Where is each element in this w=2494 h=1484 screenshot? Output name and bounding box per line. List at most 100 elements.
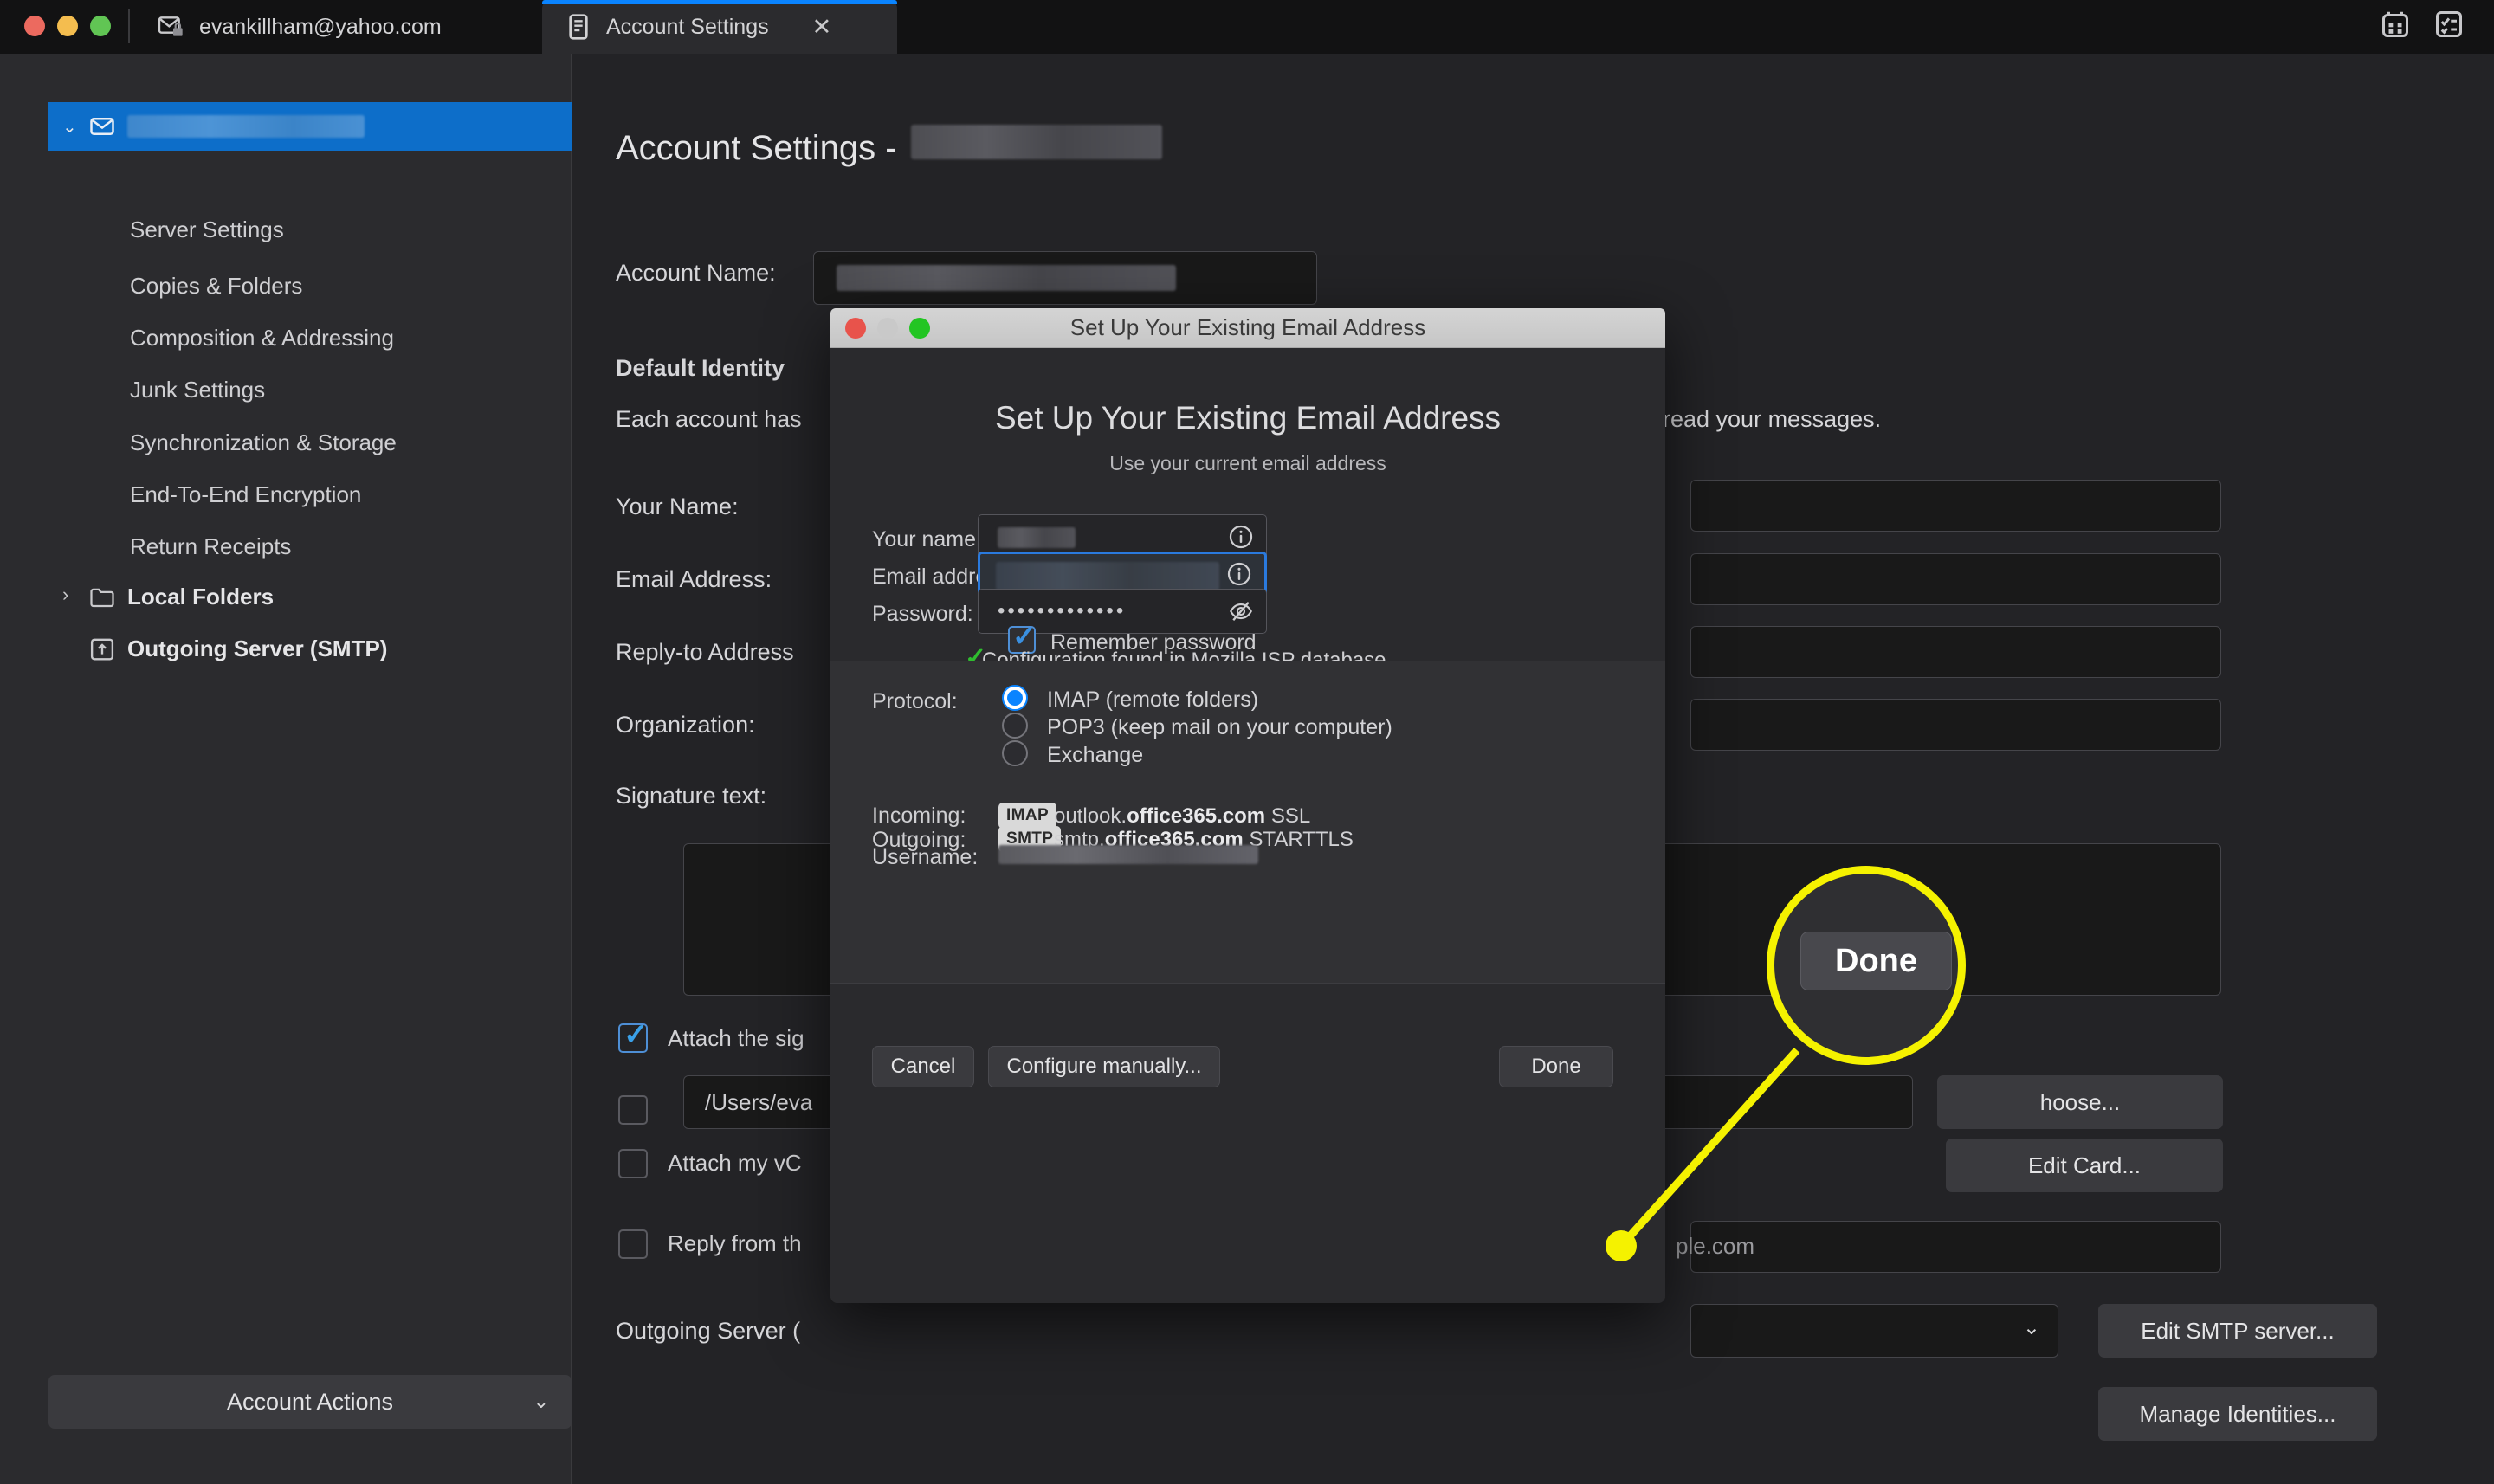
account-actions-button[interactable]: Account Actions ⌄ [48, 1375, 572, 1429]
thunderbird-window: evankillham@yahoo.com Account Settings ✕ [0, 0, 2494, 1484]
account-name-input[interactable] [813, 251, 1317, 305]
sidebar-item-server-settings[interactable]: Server Settings [130, 216, 284, 243]
edit-card-button[interactable]: Edit Card... [1946, 1139, 2223, 1192]
sidebar-item-return-receipts[interactable]: Return Receipts [130, 533, 291, 560]
sidebar-item-copies-folders[interactable]: Copies & Folders [130, 273, 302, 300]
sidebar-item-composition-addressing[interactable]: Composition & Addressing [130, 325, 394, 352]
sidebar-item-account[interactable]: ⌄ [48, 102, 572, 151]
attach-signature-checkbox[interactable] [618, 1017, 649, 1053]
tab-mail-account[interactable]: evankillham@yahoo.com [135, 0, 542, 54]
your-name-value-redacted [998, 527, 1076, 548]
account-actions-label: Account Actions [226, 1388, 394, 1415]
sidebar-item-label: Synchronization & Storage [130, 429, 397, 455]
organization-label: Organization: [616, 712, 755, 738]
sidebar-item-label: Composition & Addressing [130, 325, 394, 351]
sidebar-item-outgoing-server[interactable]: Outgoing Server (SMTP) [89, 636, 387, 662]
sidebar-item-label: End-To-End Encryption [130, 481, 362, 507]
sidebar-item-label: Junk Settings [130, 377, 266, 403]
protocol-radio-imap[interactable] [1002, 685, 1028, 711]
dialog-heading: Set Up Your Existing Email Address [994, 400, 1502, 436]
configure-manually-button[interactable]: Configure manually... [988, 1046, 1220, 1087]
close-icon[interactable]: ✕ [812, 14, 832, 41]
sidebar-item-local-folders[interactable]: Local Folders [89, 584, 274, 610]
tab-label: evankillham@yahoo.com [199, 14, 442, 39]
sidebar-item-label: Outgoing Server (SMTP) [127, 636, 388, 661]
sidebar-item-label: Server Settings [130, 216, 284, 242]
tab-account-settings[interactable]: Account Settings ✕ [542, 0, 897, 54]
chevron-down-icon[interactable]: ⌄ [2023, 1315, 2040, 1340]
edit-smtp-server-button[interactable]: Edit SMTP server... [2098, 1304, 2377, 1358]
cancel-button[interactable]: Cancel [872, 1046, 974, 1087]
attach-signature-label: Attach the sig [668, 1025, 804, 1051]
account-name-value-redacted [837, 265, 1176, 291]
magnified-done-button[interactable]: Done [1800, 932, 1952, 990]
signature-file-path: /Users/eva [705, 1089, 813, 1115]
username-label: Username: [872, 845, 979, 869]
eye-off-icon[interactable] [1228, 598, 1254, 624]
your-name-label: Your Name: [616, 494, 739, 519]
your-name-label: Your name: [872, 527, 982, 552]
default-identity-desc-end: read your messages. [1663, 406, 1882, 432]
attach-vcard-label: Attach my vC [668, 1150, 802, 1176]
incoming-server-value: outlook.office365.com SSL [1054, 804, 1310, 829]
tasks-icon[interactable] [2433, 9, 2465, 40]
reply-from-domain-input[interactable]: ple.com [1676, 1221, 2221, 1273]
dialog-subheading: Use your current email address [1109, 452, 1386, 474]
incoming-security: SSL [1270, 804, 1311, 828]
dialog-titlebar: Set Up Your Existing Email Address [830, 308, 1665, 348]
setup-email-dialog: Set Up Your Existing Email Address Set U… [830, 308, 1665, 1303]
tab-bar: evankillham@yahoo.com Account Settings ✕ [0, 0, 2494, 54]
window-traffic-lights[interactable] [0, 16, 128, 54]
sidebar-item-end-to-end-encryption[interactable]: End-To-End Encryption [130, 481, 361, 508]
protocol-radio-exchange[interactable] [1002, 740, 1028, 766]
close-window-button[interactable] [24, 16, 45, 36]
protocol-panel: Protocol: IMAP (remote folders) POP3 (ke… [830, 661, 1665, 984]
sidebar-item-junk-settings[interactable]: Junk Settings [130, 377, 265, 403]
reply-to-label: Reply-to Address [616, 639, 794, 665]
tab-label: Account Settings [606, 14, 769, 39]
tabbar-right-icons [2380, 9, 2494, 54]
protocol-label: Protocol: [872, 689, 958, 713]
sidebar-item-synchronization-storage[interactable]: Synchronization & Storage [130, 429, 397, 456]
outgoing-server-select[interactable]: ⌄ [1690, 1304, 2058, 1358]
mail-icon [90, 118, 114, 135]
password-label: Password: [872, 602, 973, 626]
document-icon [569, 14, 588, 40]
reply-from-checkbox[interactable] [618, 1229, 648, 1259]
calendar-icon[interactable] [2380, 9, 2411, 40]
reply-from-label: Reply from th [668, 1230, 802, 1256]
signature-text-label: Signature text: [616, 783, 767, 809]
choose-button[interactable]: hoose... [1937, 1075, 2223, 1129]
done-button[interactable]: Done [1499, 1046, 1613, 1087]
maximize-window-button[interactable] [90, 16, 111, 36]
chevron-down-icon[interactable]: ⌄ [533, 1390, 549, 1413]
account-name-redacted [126, 115, 365, 138]
minimize-window-button[interactable] [57, 16, 78, 36]
dialog-window-title: Set Up Your Existing Email Address [1069, 314, 1426, 340]
chevron-down-icon[interactable]: ⌄ [62, 116, 77, 138]
info-icon[interactable] [1226, 561, 1252, 587]
sidebar-item-label: Return Receipts [130, 533, 292, 559]
page-title-text: Account Settings - [616, 129, 897, 167]
account-name-label: Account Name: [616, 260, 776, 286]
dialog-body: Set Up Your Existing Email Address Use y… [830, 348, 1665, 1303]
default-identity-desc-start: Each account has [616, 406, 802, 432]
settings-sidebar: ⌄ Server Settings Copies & Folders Compo… [0, 54, 572, 1484]
folder-icon [90, 588, 114, 607]
sidebar-item-label: Copies & Folders [130, 273, 303, 299]
email-address-input[interactable] [1690, 553, 2221, 605]
organization-input[interactable] [1690, 699, 2221, 751]
info-icon[interactable] [1228, 524, 1254, 550]
callout-magnifier: Done [1767, 866, 1966, 1065]
chevron-right-icon[interactable]: › [62, 584, 68, 606]
manage-identities-button[interactable]: Manage Identities... [2098, 1387, 2377, 1441]
protocol-label-exchange: Exchange [1047, 743, 1144, 767]
default-identity-heading: Default Identity [616, 355, 785, 381]
your-name-input[interactable] [1690, 480, 2221, 532]
incoming-label: Incoming: [872, 803, 966, 828]
protocol-radio-pop3[interactable] [1002, 713, 1028, 739]
reply-to-input[interactable] [1690, 626, 2221, 678]
attach-vcard-checkbox[interactable] [618, 1149, 648, 1178]
outgoing-security: STARTTLS [1249, 828, 1354, 851]
outgoing-server-label: Outgoing Server ( [616, 1318, 801, 1344]
